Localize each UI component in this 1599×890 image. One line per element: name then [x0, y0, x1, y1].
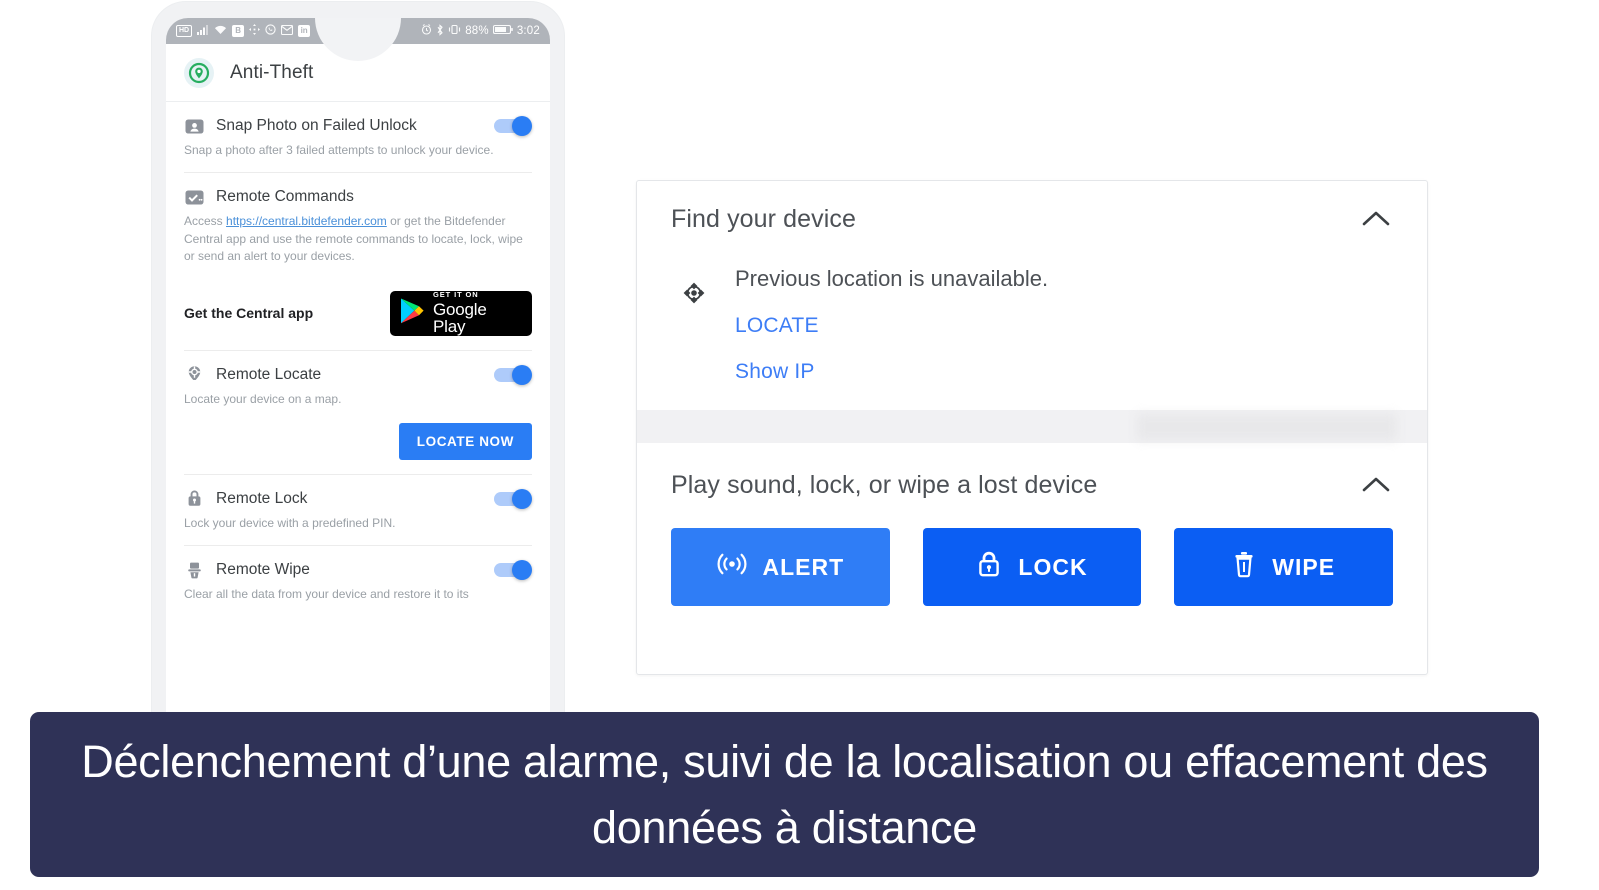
wipe-icon [184, 560, 204, 580]
wifi-icon [214, 24, 227, 38]
list-item-description: Locate your device on a map. [184, 391, 342, 406]
padlock-icon [976, 550, 1002, 584]
chevron-up-icon[interactable] [1359, 471, 1393, 499]
crosshair-target-icon [679, 278, 709, 308]
play-sound-title: Play sound, lock, or wipe a lost device [671, 471, 1098, 499]
locate-pin-icon [184, 365, 204, 385]
trash-icon [1232, 550, 1256, 584]
caption-text: Déclenchement d’une alarme, suivi de la … [81, 736, 1488, 853]
status-bar-left-icons: HD B in [176, 24, 311, 38]
row-header: Snap Photo on Failed Unlock [184, 102, 532, 136]
vibrate-icon [448, 24, 461, 38]
find-device-title: Find your device [671, 205, 857, 233]
find-device-section: Find your device Previous location is un… [637, 181, 1427, 384]
previous-location-status: Previous location is unavailable. [735, 266, 1049, 291]
toggle-remote-locate[interactable] [494, 364, 532, 385]
previous-location-texts: Previous location is unavailable. LOCATE… [735, 266, 1048, 384]
list-item-snap-photo[interactable]: Snap Photo on Failed Unlock Snap a photo… [166, 102, 550, 172]
row-header: Remote Lock [184, 475, 532, 509]
toggle-thumb [512, 560, 532, 581]
find-your-device-card: Find your device Previous location is un… [636, 180, 1428, 675]
anti-theft-list: Snap Photo on Failed Unlock Snap a photo… [166, 102, 550, 617]
camera-person-icon [184, 116, 204, 136]
lock-button-label: LOCK [1018, 553, 1088, 580]
toggle-thumb [512, 364, 532, 385]
status-bar: HD B in 88% 3:02 [166, 18, 550, 61]
wipe-button-label: WIPE [1272, 553, 1336, 580]
bitdefender-icon: B [232, 25, 245, 37]
row-header: Remote Locate [184, 351, 532, 385]
blurred-smudge [1137, 414, 1397, 440]
toggle-remote-wipe[interactable] [494, 560, 532, 581]
google-play-badge[interactable]: GET IT ON Google Play [390, 290, 532, 336]
list-item-description: Clear all the data from your device and … [184, 587, 469, 602]
wipe-button[interactable]: WIPE [1174, 528, 1394, 606]
bluetooth-icon [436, 23, 444, 39]
blurred-content-bar [637, 410, 1427, 443]
battery-icon [492, 24, 513, 38]
row-header: Remote Commands [184, 173, 532, 207]
list-item-remote-wipe[interactable]: Remote Wipe Clear all the data from your… [166, 546, 550, 616]
status-bar-right-icons: 88% 3:02 [421, 23, 540, 39]
google-play-texts: GET IT ON Google Play [433, 291, 523, 335]
bitdefender-central-link[interactable]: https://central.bitdefender.com [226, 214, 387, 228]
screenshot-root: HD B in 88% 3:02 Anti-Theft Snap Photo o… [0, 0, 1599, 890]
google-play-name: Google Play [433, 299, 487, 336]
list-item-description: Lock your device with a predefined PIN. [184, 515, 396, 530]
section-header: Play sound, lock, or wipe a lost device [671, 471, 1393, 500]
toggle-remote-lock[interactable] [494, 488, 532, 509]
toggle-thumb [512, 116, 532, 136]
list-item-label: Remote Lock [216, 489, 308, 507]
phone-mockup: HD B in 88% 3:02 Anti-Theft Snap Photo o… [152, 2, 564, 712]
hd-icon: HD [176, 25, 193, 37]
toggle-thumb [512, 488, 532, 509]
location-pin-icon [184, 57, 214, 88]
locate-link[interactable]: LOCATE [735, 314, 819, 338]
alert-button[interactable]: ALERT [671, 528, 890, 606]
mail-icon [281, 24, 294, 38]
locate-now-button[interactable]: LOCATE NOW [398, 422, 532, 460]
alarm-icon [421, 24, 432, 38]
play-sound-lock-wipe-section: Play sound, lock, or wipe a lost device … [637, 443, 1427, 606]
list-item-remote-commands: Remote Commands Access https://central.b… [166, 173, 550, 278]
device-action-buttons: ALERT LOCK WIPE [671, 528, 1394, 606]
caption-banner: Déclenchement d’une alarme, suivi de la … [30, 712, 1539, 877]
lock-button[interactable]: LOCK [922, 528, 1142, 606]
checkbox-check-icon [184, 187, 204, 207]
desc-pre: Access [184, 214, 227, 229]
locate-now-row: LOCATE NOW [166, 421, 550, 474]
signal-icon [197, 24, 209, 38]
previous-location-row: Previous location is unavailable. LOCATE… [671, 266, 1393, 384]
google-play-triangle-icon [399, 297, 425, 330]
get-central-app-label: Get the Central app [184, 305, 314, 322]
show-ip-link[interactable]: Show IP [735, 360, 815, 384]
linkedin-icon: in [298, 25, 311, 37]
status-bar-clock: 3:02 [516, 25, 540, 37]
alert-button-label: ALERT [762, 553, 845, 580]
move-icon [249, 24, 261, 38]
list-item-label: Remote Commands [216, 188, 354, 206]
toggle-snap-photo[interactable] [494, 116, 532, 136]
list-item-description: Access https://central.bitdefender.com o… [184, 207, 532, 278]
list-item-remote-locate[interactable]: Remote Locate Locate your device on a ma… [166, 351, 550, 421]
whatsapp-icon [265, 24, 276, 38]
get-central-app-row: Get the Central app GET IT ON Google Pla… [166, 279, 550, 350]
phone-screen: HD B in 88% 3:02 Anti-Theft Snap Photo o… [166, 18, 550, 712]
section-header: Find your device [671, 205, 1393, 234]
list-item-label: Remote Locate [216, 365, 322, 383]
broadcast-icon [717, 552, 747, 582]
page-title: Anti-Theft [230, 61, 314, 83]
chevron-up-icon[interactable] [1359, 205, 1393, 233]
list-item-remote-lock[interactable]: Remote Lock Lock your device with a pred… [166, 475, 550, 545]
lock-icon [184, 489, 204, 509]
list-item-label: Snap Photo on Failed Unlock [216, 117, 417, 134]
row-header: Remote Wipe [184, 546, 532, 581]
google-play-sup: GET IT ON [433, 290, 479, 300]
battery-percent: 88% [465, 25, 489, 37]
list-item-description: Snap a photo after 3 failed attempts to … [184, 143, 494, 157]
list-item-label: Remote Wipe [216, 561, 310, 579]
